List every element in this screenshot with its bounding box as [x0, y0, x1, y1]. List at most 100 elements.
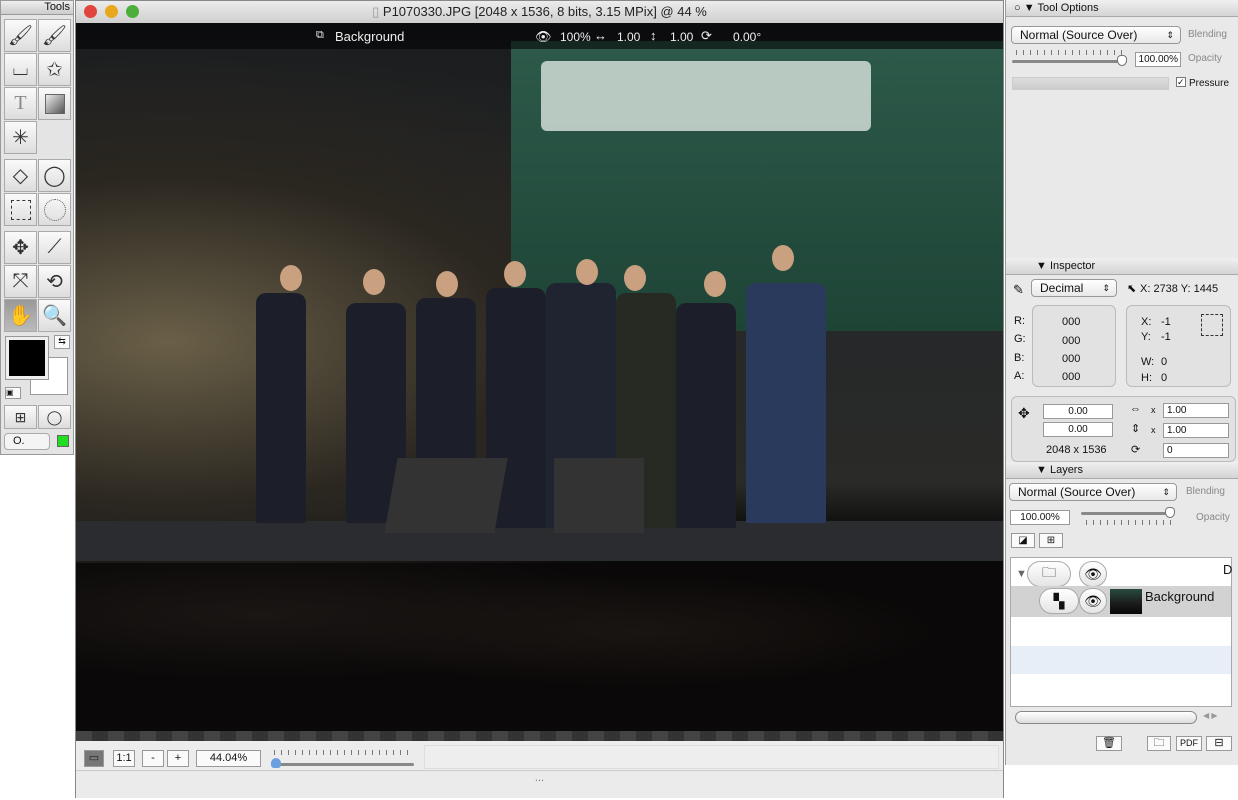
zoom-out-button[interactable]: -: [142, 750, 164, 767]
layers-horizontal-scrollbar[interactable]: [1015, 711, 1197, 724]
move-tool[interactable]: ✥: [4, 231, 37, 264]
default-colors-icon[interactable]: ▣: [5, 387, 21, 399]
b-value: 000: [1062, 353, 1081, 365]
rotation: 0.00°: [733, 30, 762, 44]
layer-merge-button[interactable]: ⊞: [1039, 533, 1063, 548]
layer-row-background[interactable]: ▚ 👁 Background: [1011, 586, 1231, 617]
delete-layer-button[interactable]: 🗑: [1096, 736, 1122, 751]
layer-group-folder-icon[interactable]: 🗀: [1027, 561, 1071, 587]
head: [576, 259, 598, 285]
zoom-bar: ▭ 1:1 - + 44.04%: [76, 741, 1003, 771]
vertical-scale-icon: ↕: [650, 28, 657, 43]
transform-tool[interactable]: ⤧: [4, 265, 37, 298]
inspector-header[interactable]: ▼ Inspector: [1006, 258, 1238, 275]
group-disclosure-triangle[interactable]: ▼: [1016, 568, 1027, 580]
paintbrush-tool[interactable]: 🖌: [4, 19, 37, 52]
hand-tool[interactable]: ✋: [4, 299, 37, 332]
tool-options-title: Tool Options: [1037, 2, 1099, 14]
performer: [676, 303, 736, 528]
canvas-border-strip: [76, 731, 1003, 741]
scale-y-field[interactable]: 1.00: [1163, 423, 1229, 438]
layer-name[interactable]: Background: [1145, 589, 1214, 604]
a-value: 000: [1062, 371, 1081, 383]
brush-variant-tool[interactable]: 🖌: [38, 19, 71, 52]
close-button[interactable]: [84, 5, 97, 18]
ellipse-select-tool[interactable]: [38, 193, 71, 226]
zoom-tool[interactable]: 🔍: [38, 299, 71, 332]
tool-blending-select[interactable]: Normal (Source Over): [1011, 26, 1181, 44]
layer-transparency-icon[interactable]: ▚: [1039, 588, 1079, 614]
mode-select[interactable]: O.: [4, 433, 50, 450]
layers-header[interactable]: ▼ Layers: [1006, 462, 1238, 479]
actual-size-button[interactable]: 1:1: [113, 750, 135, 767]
fit-window-button[interactable]: ▭: [84, 750, 104, 767]
pdf-button[interactable]: PDF: [1176, 736, 1202, 751]
head: [772, 245, 794, 271]
layer-opacity-slider[interactable]: [1081, 512, 1174, 515]
g-value: 000: [1062, 335, 1081, 347]
minimize-button[interactable]: [105, 5, 118, 18]
layer-blending-select[interactable]: Normal (Source Over): [1009, 483, 1177, 501]
clone-stamp-tool[interactable]: ✩: [38, 53, 71, 86]
layer-thumbnail: [1110, 589, 1142, 614]
pressure-label: Pressure: [1189, 78, 1230, 89]
zoom-window-button[interactable]: [126, 5, 139, 18]
head: [436, 271, 458, 297]
layer-opacity-thumb[interactable]: [1165, 507, 1175, 518]
tool-options-header[interactable]: ○ ▼ Tool Options: [1006, 0, 1238, 17]
layer-opacity-label: Opacity: [1196, 512, 1230, 523]
text-tool[interactable]: T: [4, 87, 37, 120]
lasso-tool[interactable]: ◯: [38, 159, 71, 192]
gradient-tool[interactable]: [38, 87, 71, 120]
horizontal-scale-icon: ↔: [594, 28, 607, 43]
layer-opacity-field[interactable]: 100.00%: [1010, 510, 1070, 525]
layer-visibility-eye-icon[interactable]: 👁: [1079, 588, 1107, 614]
quick-mask-button[interactable]: ◯: [38, 405, 71, 429]
scroll-arrows[interactable]: ◀ ▶: [1203, 711, 1218, 720]
collapse-triangle-icon[interactable]: ▼: [1036, 464, 1047, 476]
tool-opacity-slider[interactable]: [1012, 60, 1127, 63]
image-canvas[interactable]: ⧉ Background 👁 100% ↔ 1.00 ↕ 1.00 ⟳ 0.00…: [76, 23, 1003, 731]
panel-close-icon[interactable]: ○: [1014, 2, 1021, 14]
rotation-field[interactable]: 0: [1163, 443, 1229, 458]
sel-h-label: H:: [1141, 372, 1152, 384]
offset-x-field[interactable]: 0.00: [1043, 404, 1113, 419]
crowd: [76, 563, 1003, 731]
zoom-slider-ticks: [274, 750, 409, 755]
new-layer-button[interactable]: ⊟: [1206, 736, 1232, 751]
layer-opacity: 100%: [560, 30, 591, 44]
color-mode-select[interactable]: Decimal: [1031, 279, 1117, 297]
zoom-slider[interactable]: [272, 763, 414, 766]
scale-x-field[interactable]: 1.00: [1163, 403, 1229, 418]
new-group-button[interactable]: 🗀: [1147, 736, 1171, 751]
rotation-icon: ⟳: [1131, 444, 1141, 456]
fullscreen-button[interactable]: ⊞: [4, 405, 37, 429]
pressure-checkbox[interactable]: ✓: [1176, 77, 1186, 87]
foreground-color-swatch[interactable]: [5, 336, 49, 380]
polygon-lasso-tool[interactable]: ◇: [4, 159, 37, 192]
resize-handle[interactable]: ...: [76, 772, 1003, 798]
collapse-triangle-icon[interactable]: ▼: [1036, 260, 1047, 272]
tool-opacity-field[interactable]: 100.00%: [1135, 52, 1181, 67]
stage-monitor: [554, 458, 644, 533]
offset-y-field[interactable]: 0.00: [1043, 422, 1113, 437]
scale-x: 1.00: [617, 30, 641, 44]
eye-icon: 👁: [535, 29, 552, 44]
eyedropper-icon: ✎: [1013, 282, 1024, 297]
zoom-slider-thumb[interactable]: [270, 758, 281, 768]
eyedropper-tool[interactable]: ⟋: [38, 231, 71, 264]
group-visibility-eye-icon[interactable]: 👁: [1079, 561, 1107, 587]
rotate-tool[interactable]: ⟲: [38, 265, 71, 298]
eraser-tool[interactable]: ⌴: [4, 53, 37, 86]
current-layer-name: Background: [335, 29, 405, 44]
swap-colors-icon[interactable]: ⇆: [54, 335, 70, 349]
magic-wand-tool[interactable]: ✳: [4, 121, 37, 154]
rect-select-tool[interactable]: [4, 193, 37, 226]
tool-opacity-thumb[interactable]: [1117, 55, 1127, 66]
pressure-bar: [1012, 77, 1169, 90]
zoom-field[interactable]: 44.04%: [196, 750, 261, 767]
zoom-in-button[interactable]: +: [167, 750, 189, 767]
collapse-triangle-icon[interactable]: ▼: [1024, 2, 1035, 14]
layer-mask-button[interactable]: ◪: [1011, 533, 1035, 548]
head: [624, 265, 646, 291]
